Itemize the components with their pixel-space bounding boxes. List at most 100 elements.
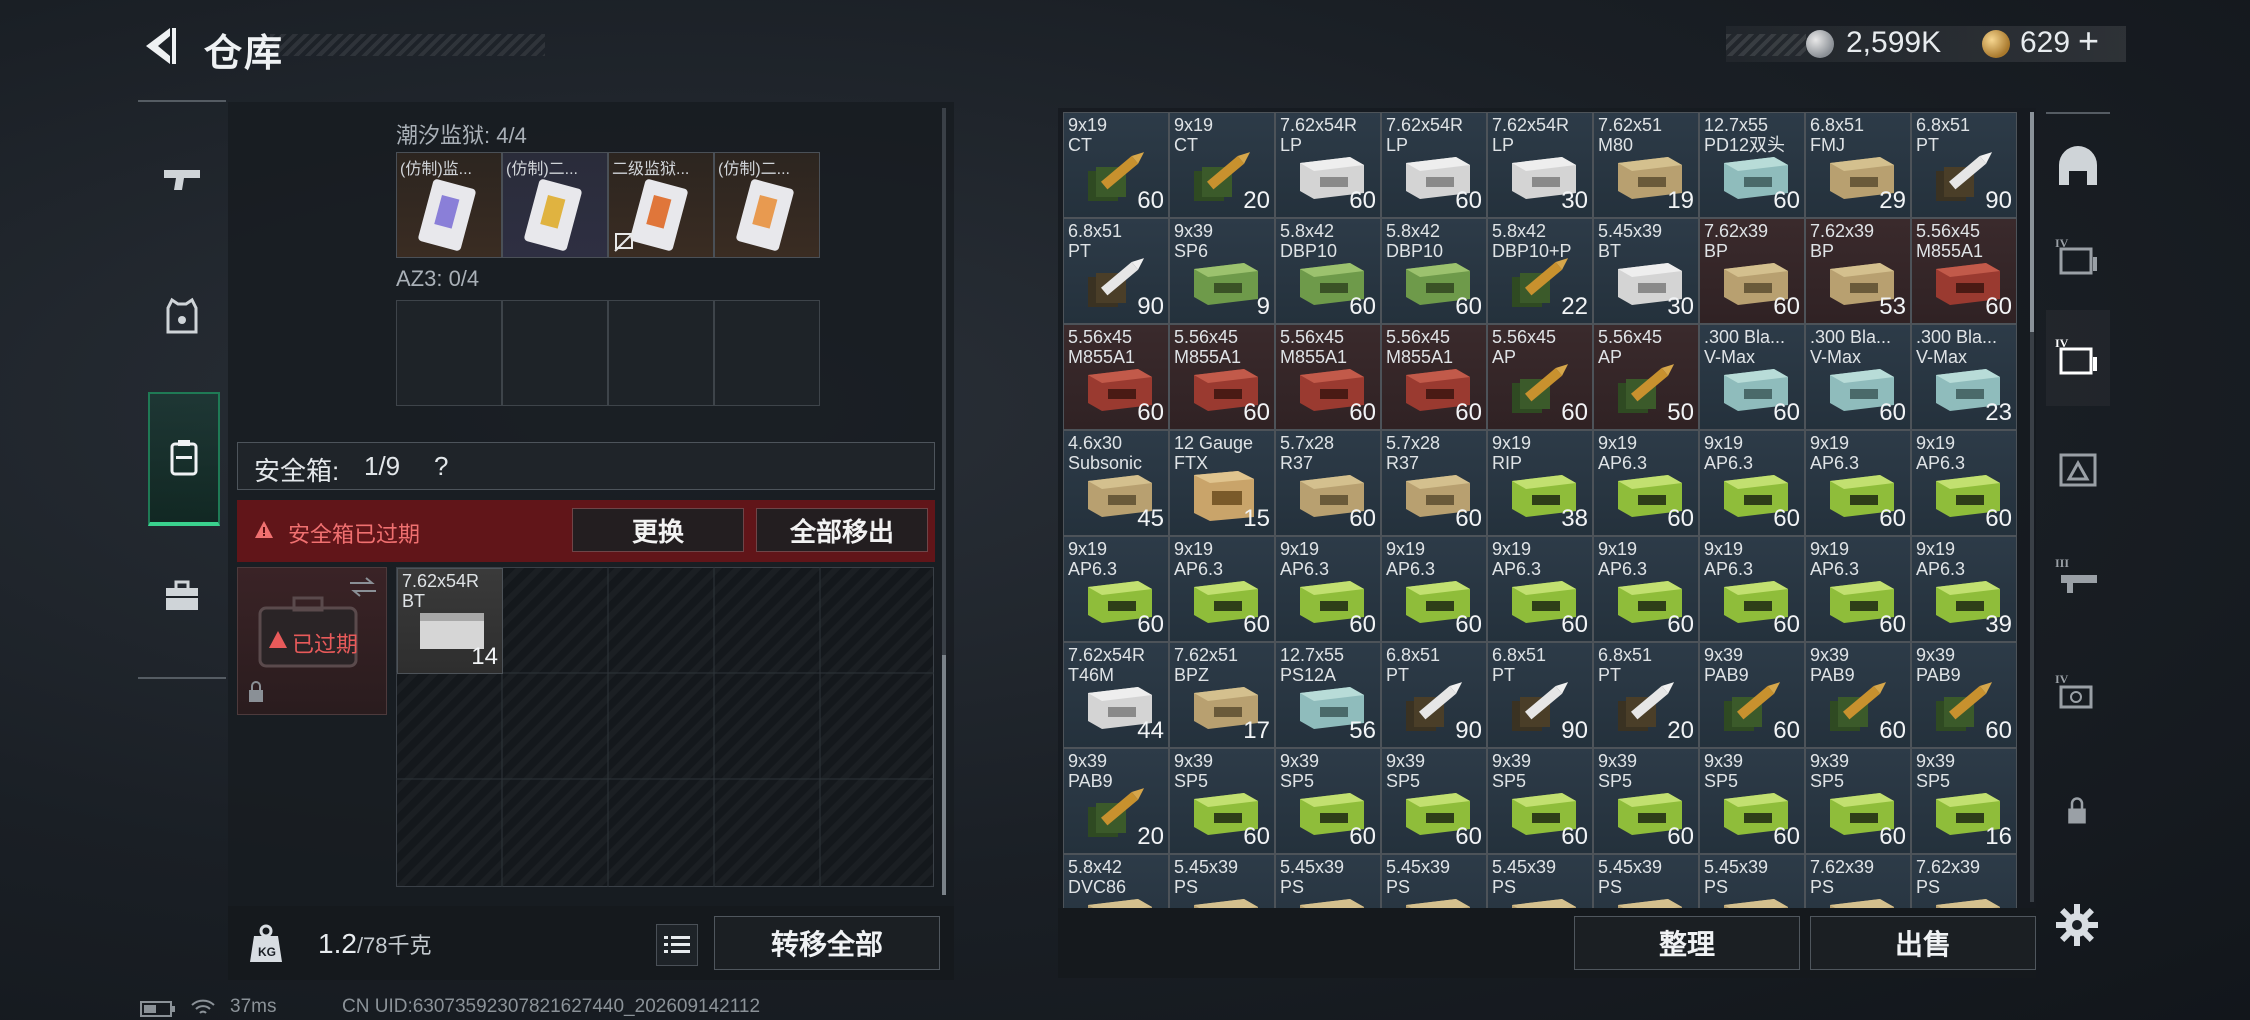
inventory-item[interactable]: 9x39 SP5 60 [1805,748,1911,854]
inventory-item[interactable]: 5.7x28 R37 60 [1381,430,1487,536]
inventory-item[interactable]: 5.45x39 PS [1487,854,1593,908]
inventory-item[interactable]: .300 Bla... V-Max 23 [1911,324,2017,430]
inventory-item[interactable]: 5.56x45 M855A1 60 [1063,324,1169,430]
inventory-item[interactable]: 5.8x42 DBP10 60 [1381,218,1487,324]
inventory-item[interactable]: 9x39 PAB9 60 [1699,642,1805,748]
transfer-all-button[interactable]: 转移全部 [714,916,940,970]
inventory-item[interactable]: 5.56x45 M855A1 60 [1911,218,2017,324]
inventory-item[interactable]: 9x19 AP6.3 60 [1169,536,1275,642]
inventory-item[interactable]: 5.8x42 DVC86 [1063,854,1169,908]
inventory-item[interactable]: 5.45x39 PS [1169,854,1275,908]
inventory-item[interactable]: 7.62x51 BPZ 17 [1169,642,1275,748]
inventory-item[interactable]: 6.8x51 PT 90 [1063,218,1169,324]
inventory-item[interactable]: 9x19 AP6.3 60 [1805,536,1911,642]
right-scrollbar-thumb[interactable] [2030,112,2034,332]
inventory-item[interactable]: 7.62x54R LP 30 [1487,112,1593,218]
inventory-item[interactable]: 5.45x39 BT 30 [1593,218,1699,324]
inventory-item[interactable]: 5.45x39 PS [1275,854,1381,908]
replace-button[interactable]: 更换 [572,508,744,552]
inventory-item[interactable]: .300 Bla... V-Max 60 [1805,324,1911,430]
add-currency-button[interactable]: + [2078,20,2099,62]
inventory-item[interactable]: 5.45x39 PS [1381,854,1487,908]
inventory-item[interactable]: 9x19 AP6.3 60 [1699,536,1805,642]
inventory-item[interactable]: 6.8x51 PT 90 [1381,642,1487,748]
inventory-item[interactable]: 9x19 AP6.3 60 [1911,430,2017,536]
inventory-item[interactable]: 7.62x39 BP 60 [1699,218,1805,324]
move-all-out-button[interactable]: 全部移出 [756,508,928,552]
inventory-item[interactable]: 7.62x39 BP 53 [1805,218,1911,324]
inventory-item[interactable]: 9x19 AP6.3 60 [1593,536,1699,642]
inventory-item[interactable]: 9x39 PAB9 20 [1063,748,1169,854]
inventory-item[interactable]: 12.7x55 PD12双头 60 [1699,112,1805,218]
tide-prison-card-slot[interactable]: (仿制)监... [396,152,502,258]
inventory-item[interactable]: 12 Gauge FTX 15 [1169,430,1275,536]
settings-gear-icon[interactable] [2052,900,2102,950]
inventory-item[interactable]: 9x39 SP5 60 [1593,748,1699,854]
inventory-item[interactable]: 9x39 SP5 60 [1699,748,1805,854]
side-tab-container-iv[interactable]: IV [2046,210,2110,306]
side-tab-helmet[interactable] [2046,122,2110,218]
az3-empty-slot[interactable] [714,300,820,406]
nav-armor-tab[interactable] [148,276,216,356]
inventory-item[interactable]: 9x39 SP5 60 [1381,748,1487,854]
inventory-item[interactable]: 5.56x45 M855A1 60 [1275,324,1381,430]
inventory-item[interactable]: 9x19 AP6.3 60 [1275,536,1381,642]
inventory-item[interactable]: 12.7x55 PS12A 56 [1275,642,1381,748]
inventory-item[interactable]: 7.62x51 M80 19 [1593,112,1699,218]
inventory-item[interactable]: 7.62x54R LP 60 [1381,112,1487,218]
inventory-item[interactable]: 6.8x51 PT 90 [1487,642,1593,748]
inventory-item[interactable]: .300 Bla... V-Max 60 [1699,324,1805,430]
az3-empty-slot[interactable] [502,300,608,406]
inventory-item[interactable]: 9x19 AP6.3 60 [1699,430,1805,536]
inventory-item[interactable]: 7.62x54R LP 60 [1275,112,1381,218]
nav-backpack-tab[interactable] [148,392,220,526]
sort-button[interactable]: 整理 [1574,916,1800,970]
inventory-item[interactable]: 9x39 PAB9 60 [1911,642,2017,748]
inventory-item[interactable]: 7.62x54R T46M 44 [1063,642,1169,748]
inventory-item[interactable]: 5.56x45 M855A1 60 [1169,324,1275,430]
inventory-item[interactable]: 9x19 AP6.3 60 [1593,430,1699,536]
tide-prison-card-slot[interactable]: (仿制)二... [714,152,820,258]
inventory-item[interactable]: 9x19 AP6.3 39 [1911,536,2017,642]
inventory-item[interactable]: 6.8x51 PT 20 [1593,642,1699,748]
inventory-item[interactable]: 9x39 SP5 16 [1911,748,2017,854]
inventory-item[interactable]: 5.8x42 DBP10 60 [1275,218,1381,324]
help-icon[interactable]: ? [434,451,448,482]
inventory-item[interactable]: 9x39 SP6 9 [1169,218,1275,324]
inventory-item[interactable]: 5.45x39 PS [1699,854,1805,908]
list-view-button[interactable] [656,924,698,966]
inventory-item[interactable]: 9x19 CT 60 [1063,112,1169,218]
side-tab-container-iv-c[interactable]: IV [2046,646,2110,742]
inventory-item[interactable]: 7.62x39 PS [1911,854,2017,908]
inventory-item[interactable]: 9x19 AP6.3 60 [1381,536,1487,642]
side-tab-container-iii[interactable]: III [2046,530,2110,626]
tide-prison-card-slot[interactable]: (仿制)二... [502,152,608,258]
inventory-item[interactable]: 5.7x28 R37 60 [1275,430,1381,536]
inventory-item[interactable]: 6.8x51 PT 90 [1911,112,2017,218]
inventory-item[interactable]: 9x19 AP6.3 60 [1063,536,1169,642]
inventory-item[interactable]: 5.8x42 DBP10+P 22 [1487,218,1593,324]
inventory-item[interactable]: 9x39 PAB9 60 [1805,642,1911,748]
inventory-item[interactable]: 9x19 AP6.3 60 [1805,430,1911,536]
inventory-item[interactable]: 9x39 SP5 60 [1487,748,1593,854]
nav-case-tab[interactable] [148,556,216,636]
tide-prison-card-slot[interactable]: 二级监狱... [608,152,714,258]
inventory-item[interactable]: 6.8x51 FMJ 29 [1805,112,1911,218]
az3-empty-slot[interactable] [608,300,714,406]
inventory-item[interactable]: 4.6x30 Subsonic 45 [1063,430,1169,536]
side-tab-container-iv-b[interactable]: IV [2046,310,2110,406]
inventory-item[interactable]: 9x39 SP5 60 [1275,748,1381,854]
nav-weapon-tab[interactable] [148,138,216,218]
az3-empty-slot[interactable] [396,300,502,406]
side-tab-rig[interactable] [2046,422,2110,518]
inventory-item[interactable]: 9x39 SP5 60 [1169,748,1275,854]
inventory-item[interactable]: 5.56x45 M855A1 60 [1381,324,1487,430]
inventory-item[interactable]: 5.45x39 PS [1593,854,1699,908]
safe-box-item[interactable]: 7.62x54R BT 14 [397,568,503,674]
inventory-item[interactable]: 9x19 AP6.3 60 [1487,536,1593,642]
inventory-item[interactable]: 9x19 CT 20 [1169,112,1275,218]
inventory-item[interactable]: 5.56x45 AP 50 [1593,324,1699,430]
inventory-item[interactable]: 7.62x39 PS [1805,854,1911,908]
back-button[interactable] [138,24,178,68]
inventory-item[interactable]: 9x19 RIP 38 [1487,430,1593,536]
